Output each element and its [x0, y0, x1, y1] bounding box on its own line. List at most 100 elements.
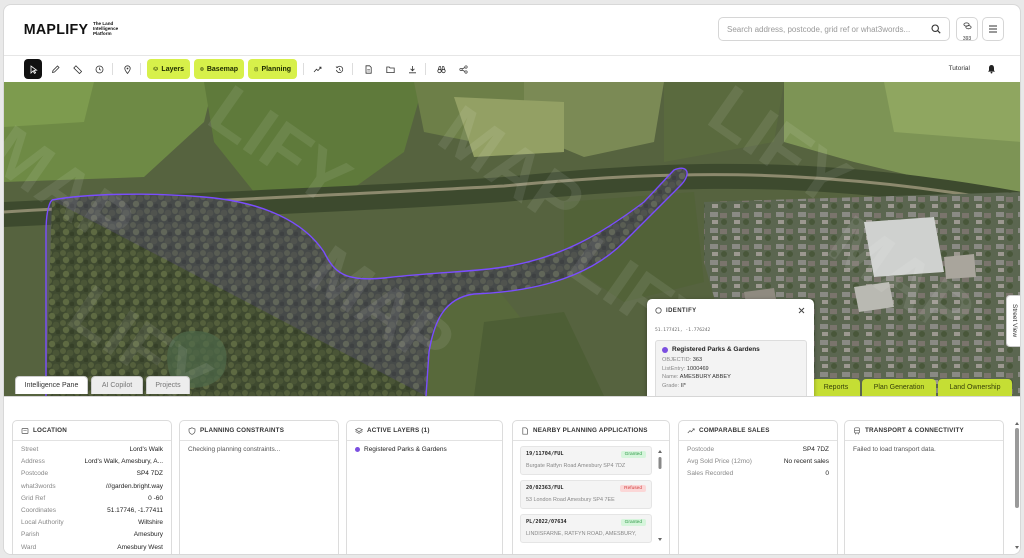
logo-tagline: The Land Intelligence Platform — [92, 21, 119, 36]
location-row: Ward Amesbury West — [21, 543, 163, 551]
close-icon[interactable] — [795, 304, 807, 316]
radius-tool-button[interactable] — [90, 59, 108, 79]
attribute-row: Grade: II* — [662, 382, 686, 389]
status-badge: Refused — [620, 485, 646, 492]
toolbar-divider — [352, 63, 353, 75]
trend-up-icon — [313, 66, 321, 72]
pin-tool-button[interactable] — [118, 59, 136, 79]
draw-tool-button[interactable] — [46, 59, 64, 79]
menu-button[interactable] — [982, 17, 1004, 41]
sales-row: Postcode SP4 7DZ — [687, 446, 829, 453]
planning-constraints-header: PLANNING CONSTRAINTS — [180, 421, 338, 441]
location-row: Grid Ref 0 -60 — [21, 494, 163, 502]
location-row: Street Lord's Walk — [21, 446, 163, 453]
clock-icon — [95, 65, 103, 73]
nearby-planning-header: NEARBY PLANNING APPLICATIONS — [513, 421, 669, 441]
binoculars-icon — [436, 65, 446, 73]
tutorial-link[interactable]: Tutorial — [949, 65, 970, 72]
globe-icon — [200, 67, 204, 71]
street-view-tab[interactable]: Street View — [1006, 295, 1020, 347]
open-folder-button[interactable] — [381, 59, 399, 79]
panel-scrollbar[interactable] — [1014, 421, 1020, 551]
nearby-planning-card: NEARBY PLANNING APPLICATIONS 19/11704/FU… — [512, 420, 670, 554]
credits-button[interactable]: 393 — [956, 17, 978, 42]
location-row: Parish Amesbury — [21, 531, 163, 539]
share-button[interactable] — [454, 59, 472, 79]
select-tool-button[interactable] — [24, 59, 42, 79]
comparable-sales-card: COMPARABLE SALES Postcode SP4 7DZ Avg Sol… — [678, 420, 838, 554]
reports-button[interactable]: Reports — [812, 379, 860, 396]
search-icon[interactable] — [927, 20, 945, 38]
download-icon — [408, 65, 416, 73]
identify-coordinates: 51.177421, -1.776242 — [655, 328, 711, 333]
attribute-row: ListEntry: 1000469 — [662, 365, 709, 372]
shield-icon — [188, 426, 196, 435]
notifications-button[interactable] — [982, 60, 1000, 78]
new-file-button[interactable] — [359, 59, 377, 79]
planning-application-item[interactable]: PL/2022/07634 Granted LINDISFARNE, RATFY… — [520, 514, 652, 543]
active-layers-card: ACTIVE LAYERS (1) Registered Parks & Gar… — [346, 420, 503, 554]
active-layer-item[interactable]: Registered Parks & Gardens — [347, 441, 502, 458]
layers-icon — [355, 427, 363, 434]
status-badge: Granted — [620, 519, 646, 526]
search-box — [718, 17, 950, 41]
status-badge: Granted — [620, 451, 646, 458]
elevation-button[interactable] — [308, 59, 326, 79]
transport-card: TRANSPORT & CONNECTIVITY Failed to load … — [844, 420, 1004, 554]
train-icon — [854, 426, 860, 435]
download-button[interactable] — [403, 59, 421, 79]
planning-constraints-card: PLANNING CONSTRAINTS Checking planning c… — [179, 420, 339, 554]
location-row: Local Authority Wiltshire — [21, 519, 163, 527]
maplify-logo[interactable]: MAPLIFY The Land Intelligence Platform — [22, 21, 125, 38]
map-toolbar: Layers Basemap Planning Tutorial — [4, 55, 1020, 82]
sales-row: Avg Sold Price (12mo) No recent sales — [687, 458, 829, 466]
app-window: MAPLIFY The Land Intelligence Platform 3… — [3, 4, 1021, 555]
transport-header: TRANSPORT & CONNECTIVITY — [845, 421, 1003, 441]
header: MAPLIFY The Land Intelligence Platform 3… — [4, 5, 1020, 53]
planning-application-item[interactable]: 19/11704/FUL Granted Burgate Ratfyn Road… — [520, 446, 652, 475]
measure-tool-button[interactable] — [68, 59, 86, 79]
identify-feature-title: Registered Parks & Gardens — [662, 346, 800, 353]
location-card-header: LOCATION — [13, 421, 171, 441]
credits-icon — [963, 17, 972, 35]
location-row: what3words///garden.bright.way — [21, 482, 163, 490]
layers-label: Layers — [161, 65, 184, 73]
trend-up-icon — [687, 427, 695, 433]
active-layers-header: ACTIVE LAYERS (1) — [347, 421, 502, 441]
location-icon — [21, 427, 29, 434]
tab-ai-copilot[interactable]: AI Copilot — [91, 376, 143, 394]
location-row: Address Lord's Walk, Amesbury, A... — [21, 458, 163, 466]
layer-color-dot — [662, 346, 668, 353]
planning-label: Planning — [261, 65, 291, 73]
toolbar-divider — [140, 63, 141, 75]
planning-button[interactable]: Planning — [248, 59, 297, 79]
list-scrollbar[interactable] — [657, 448, 663, 544]
comparable-sales-header: COMPARABLE SALES — [679, 421, 837, 441]
location-row: Coordinates 51.17746, -1.77411 — [21, 507, 163, 515]
map-canvas[interactable]: MAP LIFY MAP LIFY LIFY MAP LIFY MAP Inte… — [4, 82, 1020, 396]
tab-intelligence-pane[interactable]: Intelligence Pane — [15, 376, 88, 394]
cursor-icon — [30, 64, 38, 74]
search-input[interactable] — [727, 24, 927, 34]
basemap-button[interactable]: Basemap — [194, 59, 244, 79]
clipboard-icon — [254, 67, 258, 72]
history-button[interactable] — [330, 59, 348, 79]
file-icon — [365, 64, 372, 74]
planning-application-item[interactable]: 20/02363/FUL Refused 53 London Road Ames… — [520, 480, 652, 509]
credits-count: 393 — [962, 35, 972, 42]
land-ownership-button[interactable]: Land Ownership — [938, 379, 1012, 396]
tab-projects[interactable]: Projects — [146, 376, 190, 394]
satellite-imagery: MAP LIFY MAP LIFY LIFY MAP LIFY MAP — [4, 82, 1020, 396]
street-view-label: Street View — [1011, 304, 1018, 338]
planning-constraints-status: Checking planning constraints... — [188, 446, 281, 453]
layers-button[interactable]: Layers — [147, 59, 190, 79]
identify-popup: IDENTIFY 51.177421, -1.776242 Registered… — [647, 299, 814, 396]
folder-icon — [385, 66, 395, 73]
history-icon — [335, 65, 343, 73]
find-button[interactable] — [432, 59, 450, 79]
sales-row: Sales Recorded 0 — [687, 470, 829, 478]
plan-generation-button[interactable]: Plan Generation — [862, 379, 936, 396]
location-row: Postcode SP4 7DZ — [21, 470, 163, 478]
logo-wordmark: MAPLIFY — [23, 21, 89, 38]
hamburger-icon — [988, 20, 998, 38]
